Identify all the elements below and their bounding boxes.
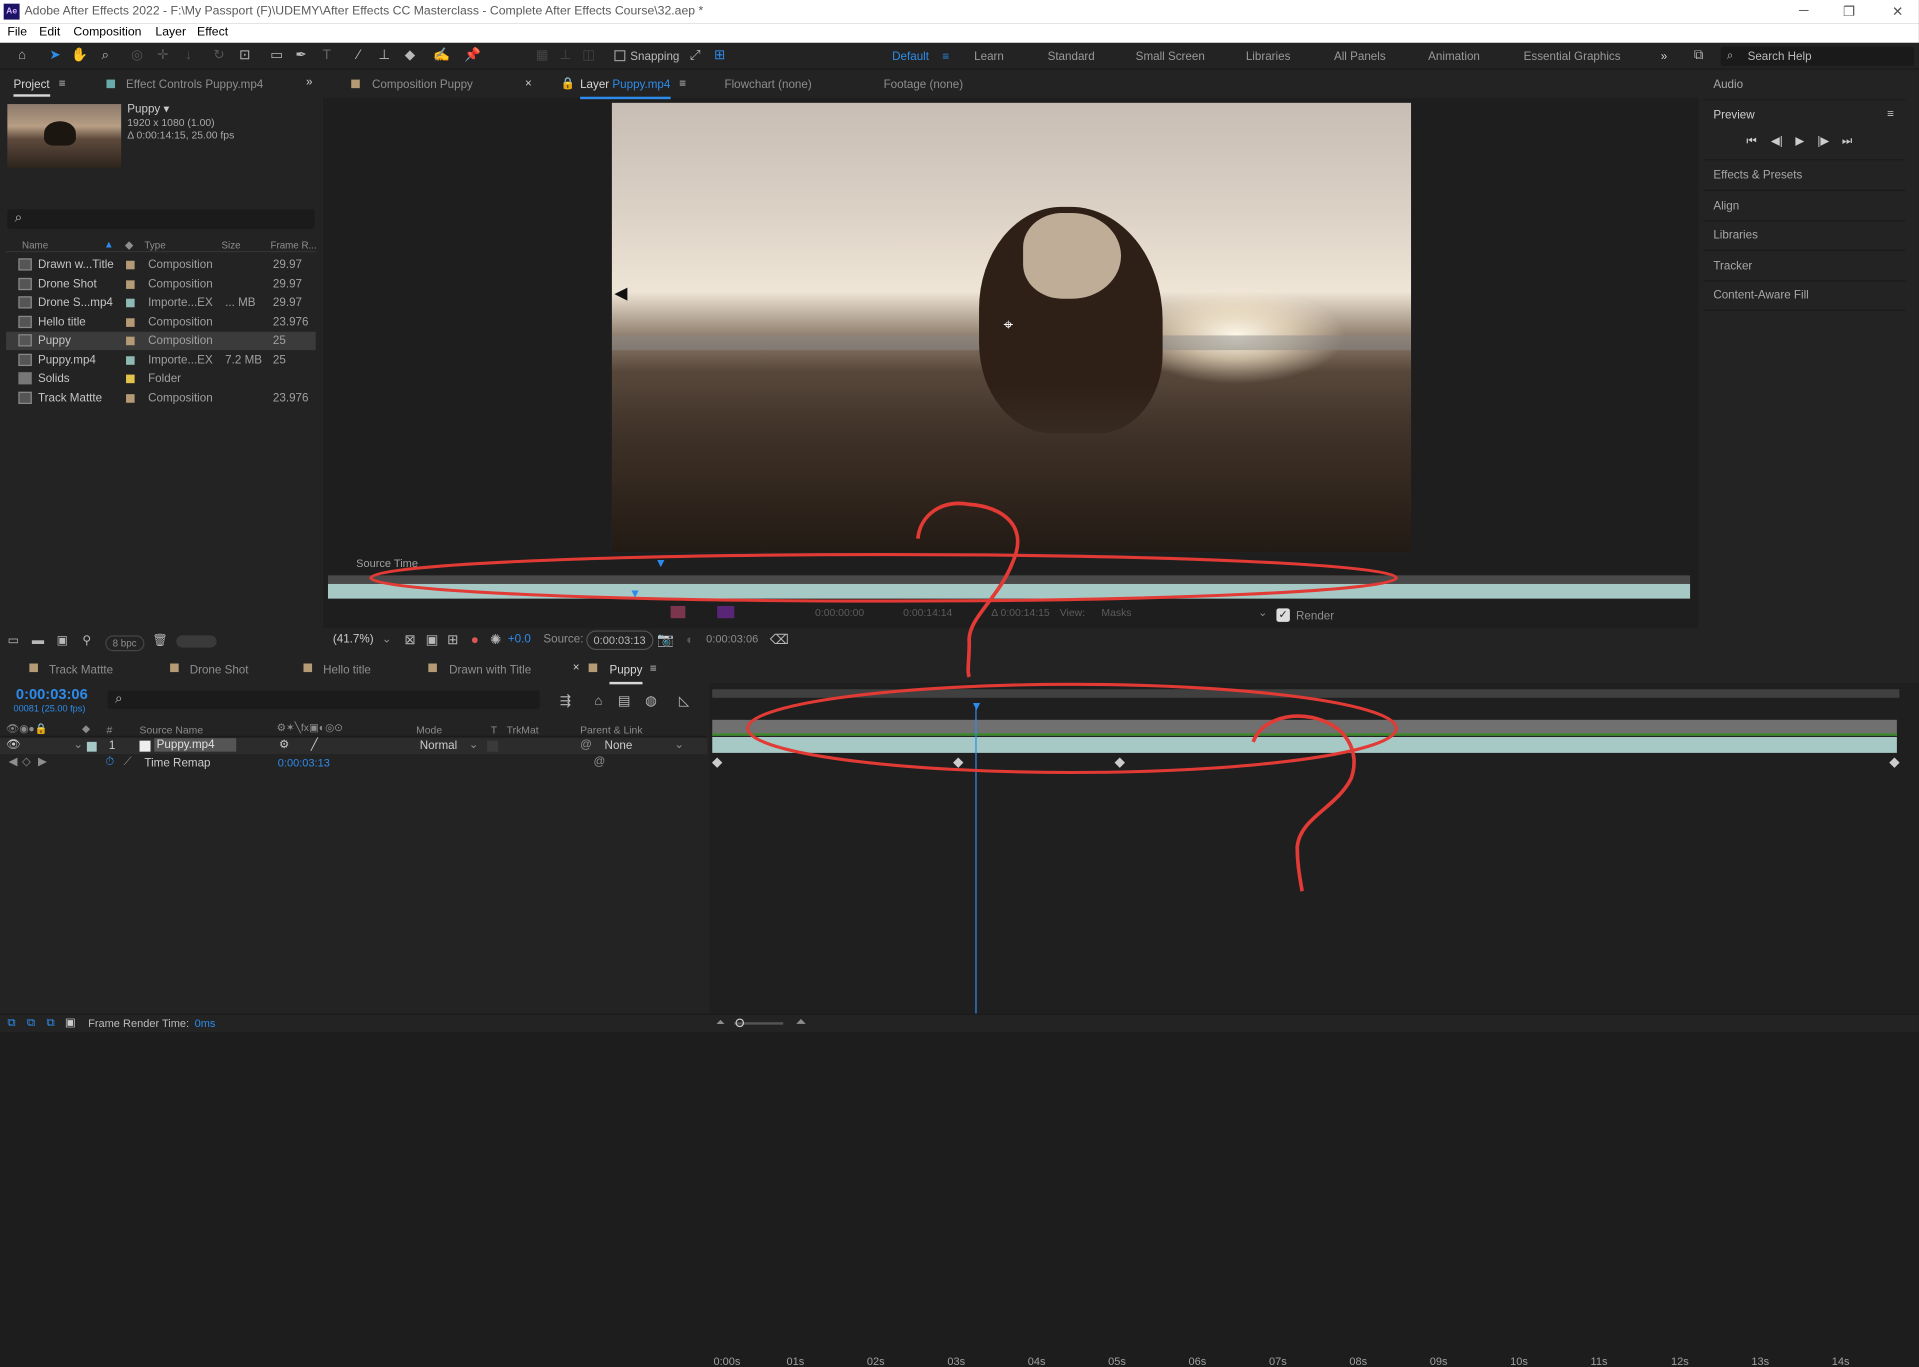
annotation-ellipse-viewer — [369, 553, 1398, 603]
timeline-ruler-tick: 11s — [1590, 1355, 1608, 1367]
timeline-ruler-tick: 14s — [1831, 1355, 1850, 1367]
annotation-ellipse-timeline — [746, 682, 1398, 775]
timeline-ruler-tick: 09s — [1429, 1355, 1448, 1367]
timeline-ruler-tick: 05s — [1108, 1355, 1126, 1367]
annotation-overlay — [369, 501, 1398, 892]
timeline-ruler-tick: 13s — [1751, 1355, 1770, 1367]
timeline-ruler-tick: 01s — [786, 1355, 805, 1367]
annotation-question-mark-2 — [1251, 714, 1356, 892]
timeline-ruler-tick: 06s — [1188, 1355, 1207, 1367]
timeline-ruler-tick: 07s — [1268, 1355, 1287, 1367]
timeline-ruler-tick: 10s — [1510, 1355, 1528, 1367]
timeline-ruler-tick: 04s — [1027, 1355, 1046, 1367]
timeline-ruler-tick: 03s — [947, 1355, 966, 1367]
timeline-ruler-tick: 12s — [1670, 1355, 1689, 1367]
timeline-ruler-tick: 02s — [866, 1355, 885, 1367]
timeline-ruler-tick: 08s — [1349, 1355, 1368, 1367]
annotation-question-mark-1 — [916, 501, 1020, 678]
timeline-ruler-tick: 0:00s — [713, 1355, 741, 1367]
